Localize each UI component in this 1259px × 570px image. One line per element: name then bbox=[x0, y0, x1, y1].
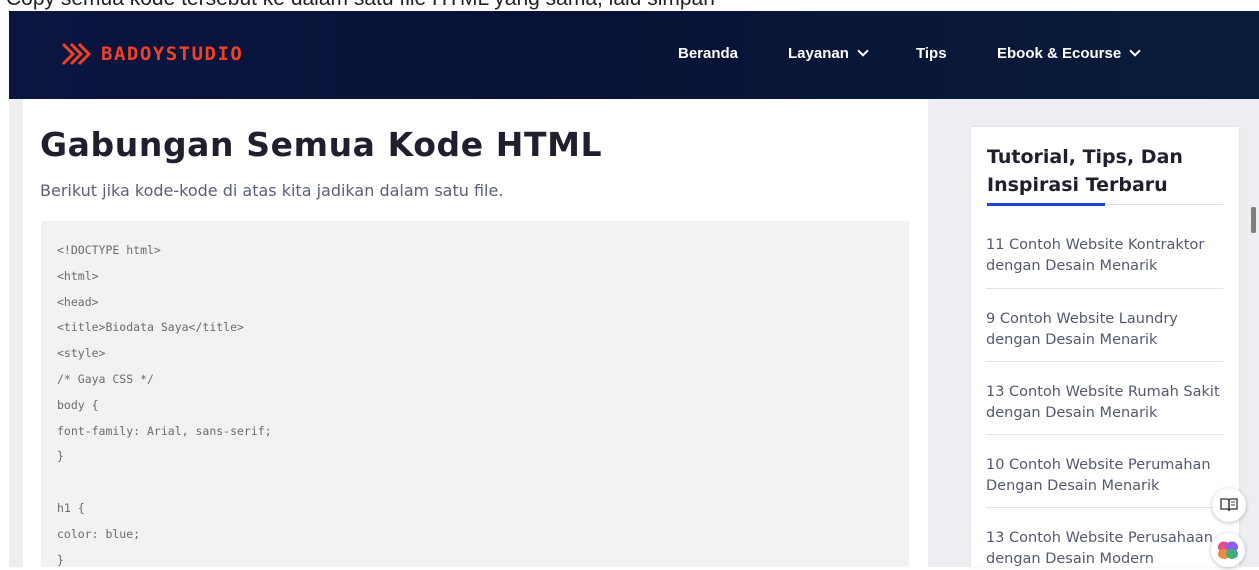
code-line: <head> bbox=[57, 295, 99, 309]
sidebar-divider bbox=[986, 507, 1223, 508]
scrollbar-thumb[interactable] bbox=[1251, 207, 1256, 233]
nav-item-layanan[interactable]: Layanan bbox=[788, 45, 869, 62]
nav-item-label: Tips bbox=[916, 45, 947, 62]
nav-item-ebook[interactable]: Ebook & Ecourse bbox=[997, 45, 1141, 62]
code-line: } bbox=[57, 553, 64, 567]
sidebar-post-link[interactable]: 13 Contoh Website Perusahaan dengan Desa… bbox=[986, 528, 1226, 570]
top-caption-strip: Copy semua kode tersebut ke dalam satu f… bbox=[0, 0, 1259, 11]
nav-item-label: Layanan bbox=[788, 45, 849, 62]
nav-item-label: Ebook & Ecourse bbox=[997, 45, 1122, 62]
sidebar-divider bbox=[986, 361, 1223, 362]
chevron-down-icon bbox=[857, 45, 869, 57]
code-line: <html> bbox=[57, 269, 99, 283]
nav-item-tips[interactable]: Tips bbox=[916, 45, 947, 62]
sidebar-post-link[interactable]: 13 Contoh Website Rumah Sakit dengan Des… bbox=[986, 382, 1226, 424]
code-line: font-family: Arial, sans-serif; bbox=[57, 424, 272, 438]
code-line: color: blue; bbox=[57, 527, 141, 541]
nav-item-label: Beranda bbox=[678, 45, 739, 62]
sidebar-post-link[interactable]: 10 Contoh Website Perumahan Dengan Desai… bbox=[986, 455, 1226, 497]
code-block[interactable] bbox=[41, 221, 909, 567]
reader-button[interactable] bbox=[1212, 488, 1246, 522]
code-line: } bbox=[57, 449, 64, 463]
article-intro: Berikut jika kode-kode di atas kita jadi… bbox=[40, 181, 504, 200]
sidebar-title-accent bbox=[987, 203, 1105, 206]
article-heading: Gabungan Semua Kode HTML bbox=[40, 125, 603, 164]
sidebar-divider bbox=[986, 288, 1223, 289]
site-header: BADOYSTUDIO Beranda Layanan Tips Ebook &… bbox=[9, 11, 1259, 99]
sidebar-post-link[interactable]: 11 Contoh Website Kontraktor dengan Desa… bbox=[986, 235, 1226, 277]
code-line: body { bbox=[57, 398, 99, 412]
sidebar-post-link[interactable]: 9 Contoh Website Laundry dengan Desain M… bbox=[986, 309, 1226, 351]
code-line: <title>Biodata Saya</title> bbox=[57, 320, 244, 334]
main-nav: Beranda Layanan Tips Ebook & Ecourse bbox=[9, 11, 1259, 99]
book-icon bbox=[1220, 498, 1238, 512]
sidebar-title: Tutorial, Tips, Dan Inspirasi Terbaru bbox=[987, 146, 1183, 196]
sidebar-divider bbox=[986, 434, 1223, 435]
top-caption: Copy semua kode tersebut ke dalam satu f… bbox=[6, 0, 715, 11]
assistant-button[interactable] bbox=[1211, 533, 1245, 567]
chevron-down-icon bbox=[1129, 45, 1141, 57]
code-line: /* Gaya CSS */ bbox=[57, 372, 154, 386]
code-line: <!DOCTYPE html> bbox=[57, 243, 161, 257]
code-line: h1 { bbox=[57, 501, 85, 515]
brain-icon bbox=[1218, 541, 1238, 559]
code-line: <style> bbox=[57, 346, 106, 360]
nav-item-beranda[interactable]: Beranda bbox=[678, 45, 738, 62]
